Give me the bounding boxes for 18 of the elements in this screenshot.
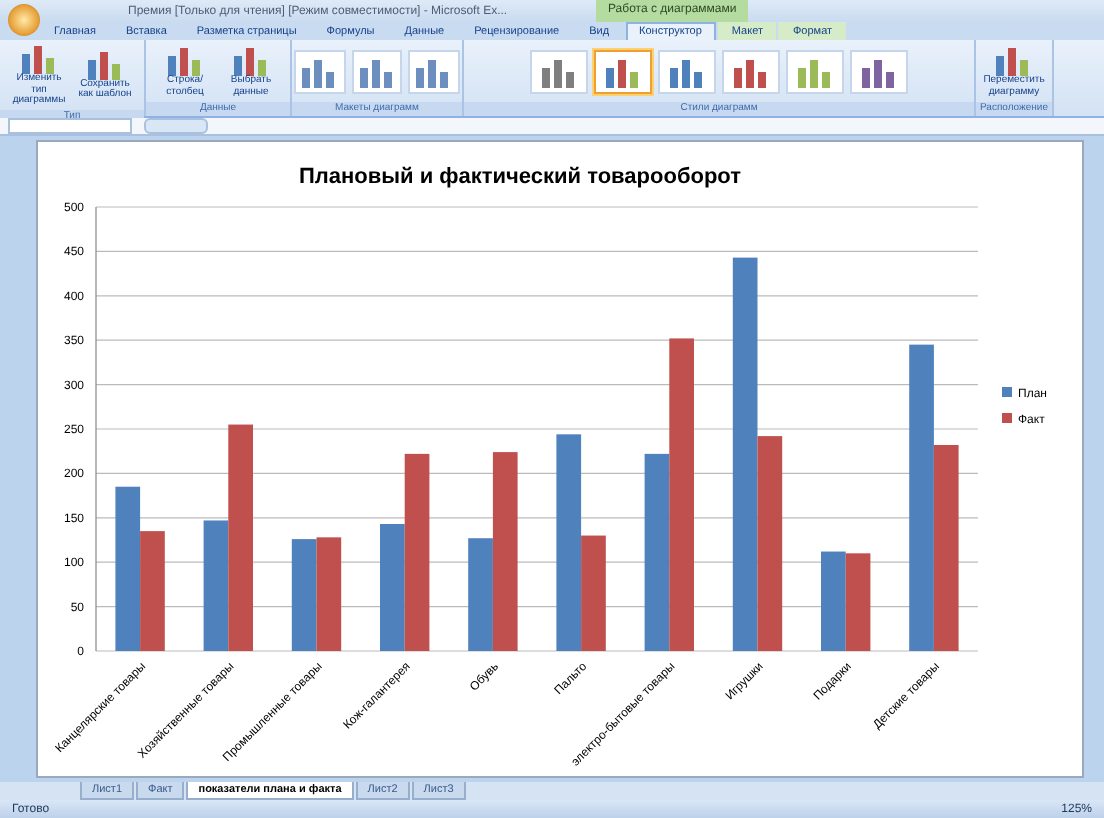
layout-thumbnail[interactable] [351, 49, 403, 93]
formula-field[interactable] [144, 118, 208, 134]
bar [291, 539, 317, 651]
office-button[interactable] [8, 3, 40, 35]
name-box[interactable] [8, 118, 132, 134]
style-thumbnail[interactable] [850, 49, 908, 93]
bar [316, 537, 342, 651]
style-thumbnail[interactable] [722, 49, 780, 93]
style-thumbnail[interactable] [594, 49, 652, 93]
bar [821, 551, 846, 651]
layout-thumbnail[interactable] [408, 49, 461, 93]
style-thumbnail[interactable] [530, 49, 588, 93]
bar [845, 553, 871, 651]
chart-title: Плановый и фактический товарооборот [298, 165, 742, 189]
bar [140, 531, 165, 651]
style-thumbnail[interactable] [658, 49, 716, 93]
layout-thumbnail[interactable] [294, 49, 346, 93]
style-thumbnail[interactable] [786, 49, 844, 93]
